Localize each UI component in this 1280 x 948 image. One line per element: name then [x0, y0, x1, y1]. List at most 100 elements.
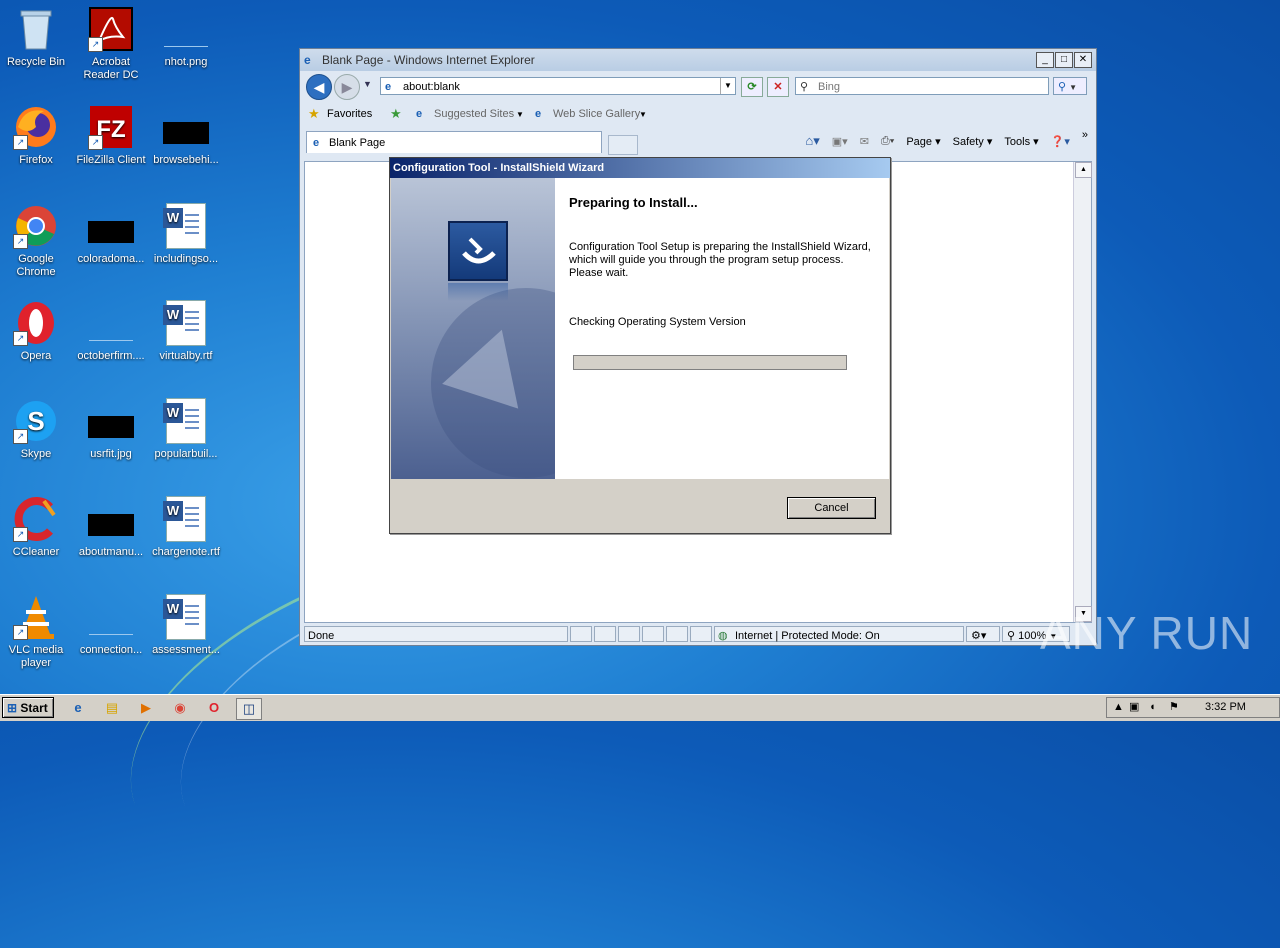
taskbar-ie-icon[interactable]: e	[66, 698, 90, 718]
ccleaner-icon: ↗	[13, 496, 59, 542]
desktop-icon-acrobat[interactable]: ↗ Acrobat Reader DC	[73, 6, 149, 82]
protected-mode-button[interactable]: ⚙▾	[966, 626, 1000, 642]
desktop-icon-opera[interactable]: ↗ Opera	[0, 300, 74, 363]
installshield-logo-icon	[448, 221, 508, 281]
favorites-button[interactable]: Favorites	[327, 108, 372, 120]
feeds-icon[interactable]: ▣▾	[832, 135, 848, 148]
taskbar-installshield-icon[interactable]: ◫	[236, 698, 262, 720]
desktop-icon-file[interactable]: browsebehi...	[148, 104, 224, 167]
desktop-icon-label: aboutmanu...	[78, 546, 144, 558]
status-panel	[594, 626, 616, 642]
desktop-icon-filezilla[interactable]: FZ ↗ FileZilla Client	[73, 104, 149, 167]
wizard-content: Preparing to Install... Configuration To…	[555, 178, 889, 479]
home-icon[interactable]: ⌂▾	[805, 133, 819, 149]
search-input[interactable]: ⚲ Bing	[795, 77, 1049, 95]
address-text: about:blank	[403, 81, 460, 93]
desktop-icon-label: Opera	[20, 350, 52, 362]
chevron-more-icon[interactable]: »	[1082, 129, 1088, 141]
taskbar-media-player-icon[interactable]: ▶	[134, 698, 158, 718]
maximize-button[interactable]: □	[1055, 52, 1073, 68]
vlc-icon: ↗	[13, 594, 59, 640]
mail-icon[interactable]: ✉	[860, 135, 869, 148]
scroll-up-arrow-icon[interactable]: ▲	[1075, 162, 1092, 178]
ie-navigation-bar: ◀ ▶ ▼ e about:blank ▼ ⟳ ✕ ⚲ Bing ⚲ ▼	[300, 71, 1096, 101]
desktop-icon-label: Google Chrome	[16, 253, 56, 278]
forward-button[interactable]: ▶	[334, 74, 360, 100]
volume-icon[interactable]: ◖	[1149, 698, 1156, 717]
show-hidden-icons-icon[interactable]: ▲	[1113, 698, 1124, 717]
vertical-scrollbar[interactable]: ▲ ▼	[1073, 162, 1092, 622]
help-icon[interactable]: ❓▾	[1051, 135, 1070, 148]
safety-menu[interactable]: Safety ▾	[953, 135, 993, 148]
start-button[interactable]: ⊞ Start	[2, 697, 54, 718]
taskbar-chrome-icon[interactable]: ◉	[168, 698, 192, 718]
minimize-button[interactable]: _	[1036, 52, 1054, 68]
anyrun-watermark: ANY RUN	[1040, 607, 1254, 659]
address-dropdown-button[interactable]: ▼	[720, 78, 735, 94]
desktop-icon-skype[interactable]: S ↗ Skype	[0, 398, 74, 461]
shortcut-arrow-icon: ↗	[13, 331, 28, 346]
refresh-button[interactable]: ⟳	[741, 77, 763, 97]
desktop-icon-word-doc[interactable]: W includingso...	[148, 203, 224, 266]
dialog-titlebar[interactable]: Configuration Tool - InstallShield Wizar…	[390, 158, 890, 178]
desktop-icon-file[interactable]: coloradoma...	[73, 203, 149, 266]
recent-pages-dropdown-icon[interactable]: ▼	[363, 79, 372, 89]
network-icon[interactable]: ▣	[1129, 698, 1139, 717]
desktop-icon-file[interactable]: usrfit.jpg	[73, 398, 149, 461]
command-bar: ⌂▾ ▣▾ ✉ ⎙▾ Page ▾ Safety ▾ Tools ▾ ❓▾ »	[805, 129, 1088, 149]
page-menu[interactable]: Page ▾	[906, 135, 940, 148]
desktop-icon-firefox[interactable]: ↗ Firefox	[0, 104, 74, 167]
print-icon[interactable]: ⎙▾	[881, 135, 894, 148]
favorites-star-icon: ★	[308, 106, 320, 121]
wizard-status-text: Checking Operating System Version	[569, 316, 746, 328]
status-panel	[570, 626, 592, 642]
desktop-icon-word-doc[interactable]: W assessment...	[148, 594, 224, 657]
desktop-icon-word-doc[interactable]: W popularbuil...	[148, 398, 224, 461]
desktop-icon-vlc[interactable]: ↗ VLC media player	[0, 594, 74, 670]
word-document-icon: W	[163, 398, 209, 444]
start-label: Start	[20, 701, 48, 715]
stop-button[interactable]: ✕	[767, 77, 789, 97]
web-slice-gallery-link[interactable]: Web Slice Gallery	[553, 108, 640, 120]
cancel-button[interactable]: Cancel	[787, 497, 876, 519]
tools-menu[interactable]: Tools ▾	[1004, 135, 1038, 148]
tab-blank-page[interactable]: e Blank Page	[306, 131, 602, 153]
desktop-icon-label: chargenote.rtf	[152, 546, 220, 558]
new-tab-button[interactable]	[608, 135, 638, 155]
desktop-icon-google-chrome[interactable]: ↗ Google Chrome	[0, 203, 74, 279]
search-options-icon[interactable]: ▼	[1069, 83, 1077, 92]
add-favorites-icon[interactable]: ★	[390, 106, 402, 122]
desktop-icon-label: Recycle Bin	[6, 56, 66, 68]
taskbar-explorer-icon[interactable]: ▤	[100, 698, 124, 718]
taskbar-opera-icon[interactable]: O	[202, 698, 226, 718]
clock[interactable]: 3:32 PM	[1205, 698, 1246, 717]
ie-titlebar[interactable]: e Blank Page - Windows Internet Explorer…	[300, 49, 1096, 71]
security-zone[interactable]: ◍ Internet | Protected Mode: On	[714, 626, 964, 642]
word-document-icon: W	[163, 300, 209, 346]
desktop-icon-label: octoberfirm....	[77, 350, 145, 362]
desktop-icon-ccleaner[interactable]: ↗ CCleaner	[0, 496, 74, 559]
desktop-icon-file[interactable]: connection...	[73, 594, 149, 657]
desktop-icon-label: includingso...	[153, 253, 219, 265]
suggested-sites-link[interactable]: Suggested Sites	[434, 108, 514, 120]
desktop-icon-word-doc[interactable]: W virtualby.rtf	[148, 300, 224, 363]
shortcut-arrow-icon: ↗	[88, 135, 103, 150]
tab-row: e Blank Page ⌂▾ ▣▾ ✉ ⎙▾ Page ▾ Safety ▾ …	[300, 129, 1096, 155]
desktop-icon-file[interactable]: aboutmanu...	[73, 496, 149, 559]
chevron-down-icon[interactable]: ▼	[639, 110, 647, 119]
zoom-icon: ⚲	[1007, 630, 1016, 642]
desktop-icon-recycle-bin[interactable]: Recycle Bin	[0, 6, 74, 69]
desktop-icon-file[interactable]: nhot.png	[148, 6, 224, 69]
word-document-icon: W	[163, 594, 209, 640]
address-bar[interactable]: e about:blank ▼	[380, 77, 736, 95]
back-button[interactable]: ◀	[306, 74, 332, 100]
action-center-flag-icon[interactable]: ⚑	[1169, 698, 1179, 717]
chevron-down-icon[interactable]: ▼	[516, 110, 524, 119]
tools-menu-label: Tools	[1004, 135, 1031, 148]
desktop-icon-word-doc[interactable]: W chargenote.rtf	[148, 496, 224, 559]
search-button[interactable]: ⚲ ▼	[1053, 77, 1087, 95]
desktop-icon-label: FileZilla Client	[76, 154, 146, 166]
close-button[interactable]: ✕	[1074, 52, 1092, 68]
desktop-icon-file[interactable]: octoberfirm....	[73, 300, 149, 363]
tab-label: Blank Page	[329, 137, 386, 149]
